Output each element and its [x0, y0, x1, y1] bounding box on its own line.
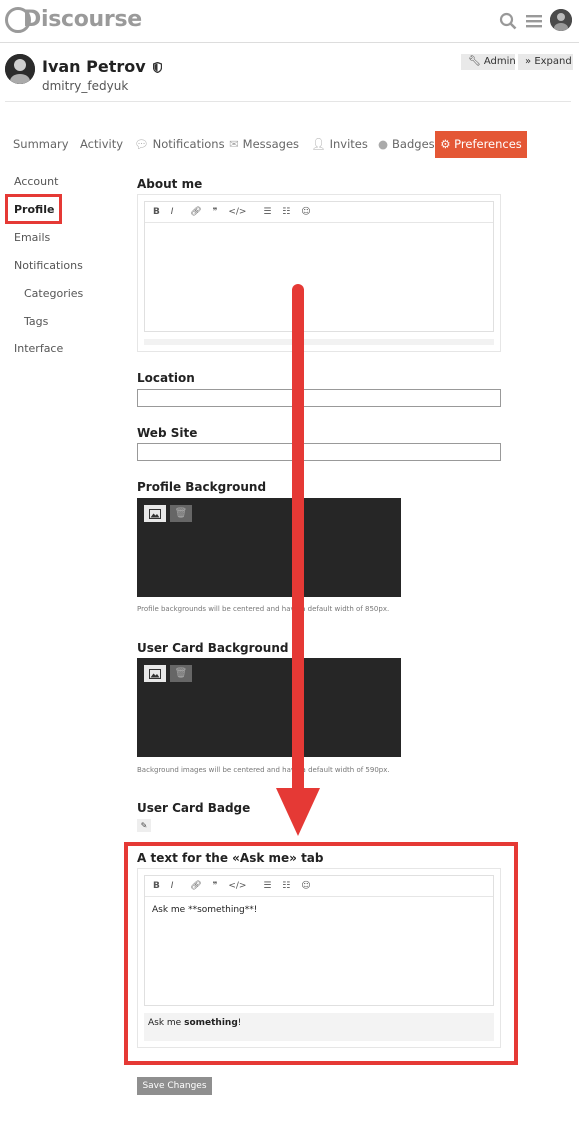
code-icon[interactable]: </> [228, 202, 246, 222]
profile-background-label: Profile Background [137, 480, 267, 494]
profile-background-note: Profile backgrounds will be centered and… [137, 605, 390, 613]
annotation-arrow [276, 284, 320, 836]
user-full-name: Ivan Petrov [42, 57, 163, 77]
tab-invites[interactable]: 👤︎ Invites [311, 131, 368, 158]
shield-icon [153, 58, 163, 77]
user-avatar[interactable] [5, 54, 35, 84]
sidebar-item-interface[interactable]: Interface [14, 342, 63, 355]
italic-icon[interactable]: I [171, 202, 174, 222]
logo-text: Discourse [23, 7, 142, 32]
double-chevron-down-icon: » [525, 56, 532, 67]
numbered-list-icon[interactable]: ☷ [282, 202, 290, 222]
location-label: Location [137, 371, 195, 385]
tab-badges[interactable]: ● Badges [378, 131, 435, 158]
tab-activity[interactable]: Activity [80, 131, 123, 158]
header-avatar[interactable] [550, 9, 572, 31]
expand-button[interactable]: » Expand [518, 54, 573, 70]
gear-icon: ⚙︎ [440, 137, 451, 151]
tab-notifications[interactable]: 💬︎ Notifications [134, 131, 225, 158]
search-icon[interactable] [499, 12, 517, 30]
tab-messages[interactable]: ✉︎ Messages [229, 131, 299, 158]
hamburger-menu-icon[interactable] [526, 12, 544, 30]
user-card-badge-label: User Card Badge [137, 801, 251, 815]
link-icon[interactable]: 🔗︎ [190, 202, 201, 222]
sidebar-item-notifications[interactable]: Notifications [14, 259, 83, 272]
bold-icon[interactable]: B [153, 202, 160, 222]
save-changes-button[interactable]: Save Changes [137, 1077, 212, 1095]
wrench-icon: 🔧︎ [468, 56, 481, 67]
divider [5, 101, 571, 102]
sidebar-item-account[interactable]: Account [14, 175, 58, 188]
quote-icon[interactable]: ❞ [213, 202, 218, 222]
user-card-background-label: User Card Background [137, 641, 289, 655]
bullet-list-icon[interactable]: ☰ [263, 202, 271, 222]
editor-toolbar: B I 🔗︎ ❞ </> ☰ ☷ ☺︎ [145, 202, 493, 223]
about-me-label: About me [137, 177, 203, 191]
trash-icon[interactable]: 🗑︎ [170, 505, 192, 522]
sidebar-item-categories[interactable]: Categories [24, 287, 83, 300]
user-card-background-note: Background images will be centered and h… [137, 766, 390, 774]
tab-preferences[interactable]: ⚙︎ Preferences [435, 131, 527, 158]
picture-icon[interactable] [144, 665, 166, 682]
admin-button[interactable]: 🔧︎ Admin [461, 54, 516, 70]
sidebar-item-tags[interactable]: Tags [24, 315, 48, 328]
trash-icon[interactable]: 🗑︎ [170, 665, 192, 682]
emoji-icon[interactable]: ☺︎ [301, 202, 310, 222]
tab-summary[interactable]: Summary [13, 131, 69, 158]
user-plus-icon: 👤︎ [311, 137, 326, 151]
website-label: Web Site [137, 426, 198, 440]
sidebar-item-profile[interactable]: Profile [14, 203, 54, 216]
pencil-icon[interactable]: ✎ [137, 819, 151, 832]
highlight-box [124, 842, 518, 1065]
envelope-icon: ✉︎ [229, 137, 239, 151]
picture-icon[interactable] [144, 505, 166, 522]
sidebar-item-emails[interactable]: Emails [14, 231, 50, 244]
circle-icon: ● [378, 137, 389, 151]
comment-icon: 💬︎ [134, 137, 149, 151]
username: dmitry_fedyuk [42, 79, 129, 93]
